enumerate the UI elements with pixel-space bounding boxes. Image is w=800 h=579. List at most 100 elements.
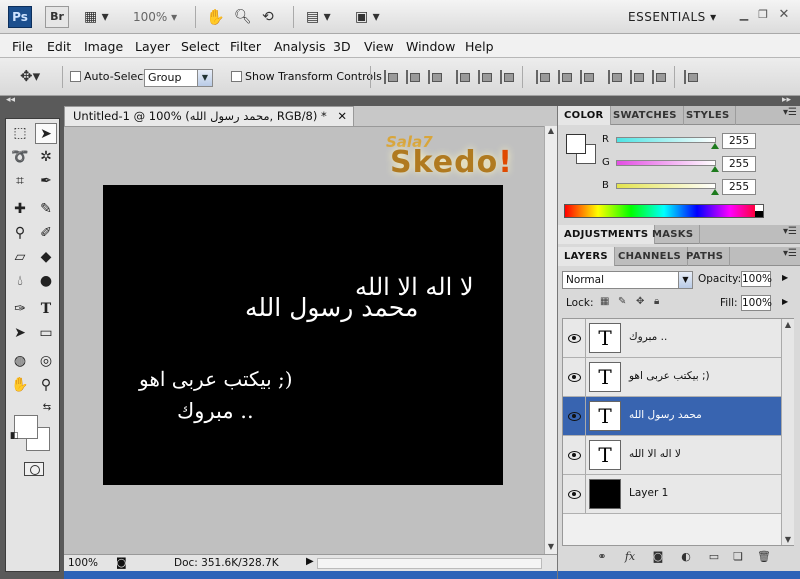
show-transform-checkbox[interactable] <box>231 71 242 82</box>
auto-select-checkbox[interactable] <box>70 71 81 82</box>
add-mask-icon[interactable]: ◙ <box>650 550 666 564</box>
layer-name[interactable]: مبروك .. <box>629 331 667 343</box>
zoom-tool-icon[interactable]: 🔍︎ <box>234 8 252 26</box>
new-layer-icon[interactable]: ❏ <box>730 550 746 564</box>
align-right-icon[interactable] <box>500 70 514 84</box>
history-brush-tool-icon[interactable]: ✐ <box>35 223 57 244</box>
zoom-tool-icon[interactable]: ⚲ <box>35 375 57 396</box>
black-white-swatch[interactable] <box>755 205 763 217</box>
align-hcenter-icon[interactable] <box>478 70 492 84</box>
new-group-icon[interactable]: ▭ <box>706 550 722 564</box>
layer-style-icon[interactable]: fx <box>622 550 638 564</box>
view-extras-icon[interactable]: ▦ ▾ <box>84 8 109 26</box>
restore-icon[interactable]: ❐ <box>755 8 771 22</box>
default-colors-icon[interactable]: ◧ <box>9 431 19 441</box>
layers-scrollbar[interactable]: ▲ ▼ <box>781 319 794 545</box>
panel-menu-icon[interactable]: ▾☰ <box>783 107 797 118</box>
lock-transparent-icon[interactable]: ▦ <box>600 297 610 307</box>
move-tool-preset-icon[interactable]: ✥▾ <box>20 67 40 85</box>
menu-file[interactable]: File <box>12 39 33 54</box>
magic-wand-tool-icon[interactable]: ✲ <box>35 147 57 168</box>
document-tab[interactable]: Untitled-1 @ 100% (محمد رسول الله, RGB/8… <box>64 106 354 126</box>
menu-analysis[interactable]: Analysis <box>274 39 326 54</box>
layer-row[interactable]: T لا اله الا الله <box>563 436 781 475</box>
photoshop-logo[interactable]: Ps <box>8 6 32 28</box>
screen-mode-icon[interactable]: ▣ ▾ <box>355 8 380 26</box>
auto-select-dropdown[interactable]: Group ▼ <box>144 69 213 87</box>
vertical-scrollbar[interactable]: ▲ ▼ <box>544 126 557 554</box>
crop-tool-icon[interactable]: ⌗ <box>9 171 31 192</box>
workspace-switcher[interactable]: ESSENTIALS ▾ <box>628 10 717 24</box>
tab-masks[interactable]: MASKS <box>646 225 701 244</box>
pen-tool-icon[interactable]: ✑ <box>9 299 31 320</box>
color-spectrum[interactable] <box>564 204 764 218</box>
distribute-top-icon[interactable] <box>536 70 550 84</box>
blur-tool-icon[interactable]: 💧︎ <box>9 271 31 292</box>
tab-channels[interactable]: CHANNELS <box>612 247 688 266</box>
menu-image[interactable]: Image <box>84 39 123 54</box>
align-bottom-icon[interactable] <box>428 70 442 84</box>
fill-arrow-icon[interactable]: ▶ <box>782 297 788 306</box>
zoom-level[interactable]: 100% ▾ <box>133 8 177 26</box>
align-left-icon[interactable] <box>456 70 470 84</box>
swap-colors-icon[interactable]: ⇆ <box>40 401 54 415</box>
brush-tool-icon[interactable]: ✎ <box>35 199 57 220</box>
b-value-input[interactable]: 255 <box>722 179 756 195</box>
foreground-color-swatch[interactable] <box>566 134 586 154</box>
bridge-button[interactable]: Br <box>45 6 69 28</box>
g-slider[interactable] <box>616 160 719 172</box>
menu-window[interactable]: Window <box>406 39 455 54</box>
opacity-arrow-icon[interactable]: ▶ <box>782 273 788 282</box>
layer-row[interactable]: T بيكتب عربى اهو ;) <box>563 358 781 397</box>
quick-mask-icon[interactable] <box>24 462 44 476</box>
paint-bucket-tool-icon[interactable]: ◆ <box>35 247 57 268</box>
blend-mode-dropdown[interactable]: Normal ▼ <box>562 271 693 289</box>
panel-menu-icon[interactable]: ▾☰ <box>783 248 797 259</box>
scroll-up-icon[interactable]: ▲ <box>782 320 794 329</box>
tab-adjustments[interactable]: ADJUSTMENTS <box>558 225 656 244</box>
auto-align-layers-icon[interactable] <box>684 70 698 84</box>
hand-tool-icon[interactable]: ✋ <box>206 8 225 26</box>
type-tool-icon[interactable]: T <box>35 299 57 320</box>
distribute-bottom-icon[interactable] <box>580 70 594 84</box>
align-top-icon[interactable] <box>384 70 398 84</box>
layer-row[interactable]: Layer 1 <box>563 475 781 514</box>
scroll-up-icon[interactable]: ▲ <box>545 126 557 138</box>
canvas-pasteboard[interactable]: Sala7 Skedo! لا اله الا الله محمد رسول ا… <box>64 126 544 554</box>
close-icon[interactable]: ✕ <box>776 8 792 22</box>
move-tool-icon[interactable]: ➤ <box>35 123 57 144</box>
layer-name[interactable]: Layer 1 <box>629 487 668 499</box>
menu-3d[interactable]: 3D <box>333 39 351 54</box>
minimize-icon[interactable]: ▁ <box>736 8 752 22</box>
rotate-view-icon[interactable]: ⟲ <box>262 8 274 26</box>
canvas-text-layer[interactable]: بيكتب عربى اهو ;) <box>139 367 293 391</box>
marquee-tool-icon[interactable]: ⬚ <box>9 123 31 144</box>
fill-input[interactable]: 100% <box>741 295 772 311</box>
tab-styles[interactable]: STYLES <box>680 106 737 125</box>
trash-icon[interactable]: 🗑︎ <box>756 550 772 564</box>
3d-rotate-tool-icon[interactable]: ◍ <box>9 351 31 372</box>
distribute-vcenter-icon[interactable] <box>558 70 572 84</box>
distribute-hcenter-icon[interactable] <box>630 70 644 84</box>
opacity-input[interactable]: 100% <box>741 271 772 287</box>
g-value-input[interactable]: 255 <box>722 156 756 172</box>
lock-image-icon[interactable]: ✎ <box>618 297 628 307</box>
rectangle-tool-icon[interactable]: ▭ <box>35 323 57 344</box>
g-slider-knob[interactable] <box>711 166 719 172</box>
eye-icon[interactable] <box>567 332 581 344</box>
layer-name[interactable]: لا اله الا الله <box>629 448 681 460</box>
status-zoom[interactable]: 100% <box>68 557 98 569</box>
canvas-text-layer[interactable]: محمد رسول الله <box>245 293 418 322</box>
document-canvas[interactable]: لا اله الا الله محمد رسول الله بيكتب عرب… <box>103 185 503 485</box>
panel-menu-icon[interactable]: ▾☰ <box>783 226 797 237</box>
layer-row[interactable]: T مبروك .. <box>563 319 781 358</box>
canvas-text-layer[interactable]: مبروك .. <box>177 399 254 423</box>
lock-all-icon[interactable]: 🔒︎ <box>654 297 664 307</box>
align-vcenter-icon[interactable] <box>406 70 420 84</box>
eyedropper-tool-icon[interactable]: ✒ <box>35 171 57 192</box>
tab-paths[interactable]: PATHS <box>680 247 731 266</box>
hand-tool-icon[interactable]: ✋ <box>9 375 31 396</box>
clone-stamp-tool-icon[interactable]: ⚲ <box>9 223 31 244</box>
menu-help[interactable]: Help <box>465 39 494 54</box>
status-info-icon[interactable]: ◙ <box>116 556 127 569</box>
